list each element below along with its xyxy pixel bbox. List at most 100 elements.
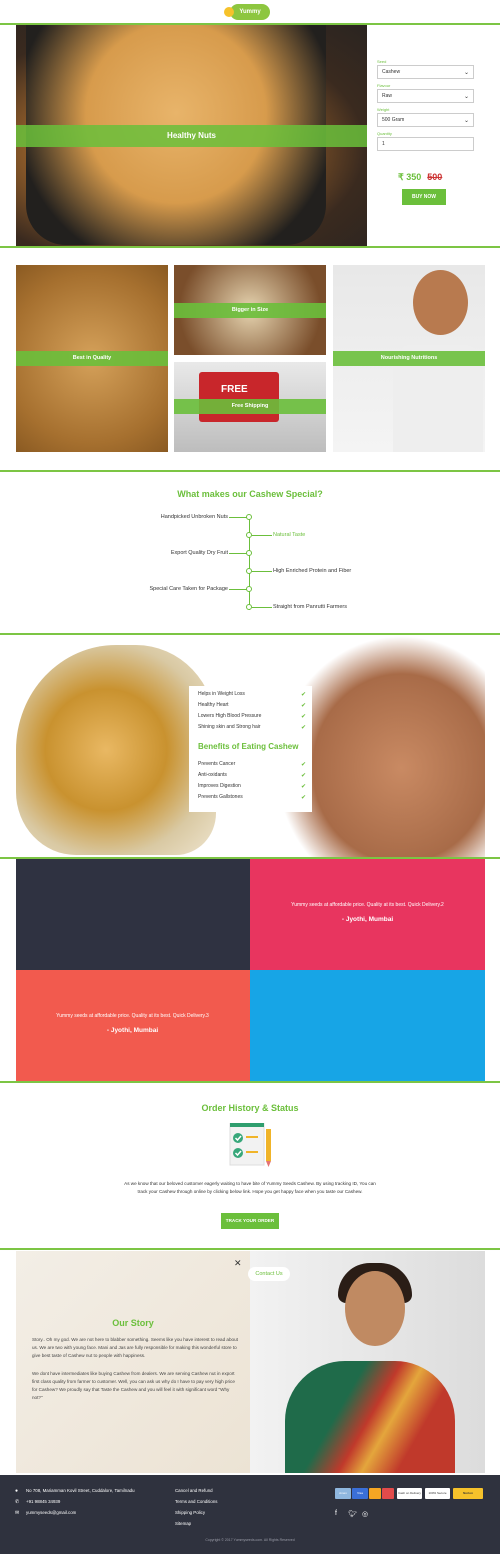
phone-icon: ✆ [15,1499,20,1505]
seed-select[interactable]: Cashew ⌄ [377,65,474,79]
benefit-item: Healthy Heart ✔ [198,702,306,709]
footer-link-shipping[interactable]: Shipping Policy [175,1510,205,1515]
feature-label: Free Shipping [174,399,326,414]
woman-sari [285,1361,455,1473]
facebook-icon[interactable]: f [335,1510,337,1517]
feature-label: Best in Quality [16,351,168,366]
order-description: As we know that our beloved customer eag… [124,1181,376,1194]
testimonial-text: Yummy seeds at affordable price. Quality… [291,902,444,908]
testimonial: Yummy seeds at affordable price. Quality… [35,1013,230,1034]
chevron-down-icon: ⌄ [463,70,469,76]
feature-tile-shipping: FREE Free Shipping [174,362,326,452]
seed-value: Cashew [382,69,401,75]
support-image [250,1251,485,1473]
price: ₹ 350 500 [398,172,442,183]
quantity-value: 1 [382,141,385,147]
special-point: Export Quality Dry Fruit [170,550,228,556]
benefit-item: Prevents Cancer ✔ [198,761,306,768]
visa-badge: Visa [352,1488,368,1499]
testimonial: Yummy seeds at affordable price. Quality… [270,902,465,923]
check-icon: ✔ [300,692,306,698]
woman-face [345,1271,405,1346]
benefit-text: Helps in Weight Loss [198,691,245,697]
footer-email[interactable]: yummyseeds@gmail.com [26,1510,76,1515]
benefit-text: Healthy Heart [198,702,229,708]
benefit-item: Shining skin and Strong hair ✔ [198,724,306,731]
feature-label: Bigger in Size [174,303,326,318]
weight-select[interactable]: 500 Gram ⌄ [377,113,474,127]
secure-badge: 100% Secure [425,1488,450,1499]
mail-icon: ✉ [15,1510,20,1516]
footer-link-sitemap[interactable]: Sitemap [175,1521,191,1526]
special-point: Handpicked Unbroken Nuts [160,514,228,520]
close-icon[interactable]: ✕ [234,1258,242,1269]
feature-tile-size: Bigger in Size [174,265,326,355]
check-icon: ✔ [300,714,306,720]
divider [0,470,500,472]
check-icon: ✔ [300,703,306,709]
story-background [16,1251,250,1473]
footer-link-terms[interactable]: Terms and Conditions [175,1499,217,1504]
benefit-text: Lowers High Blood Pressure [198,713,262,719]
current-price: ₹ 350 [398,172,422,182]
benefit-item: Anti-oxidants ✔ [198,772,306,779]
norton-badge: Norton [453,1488,483,1499]
benefit-text: Shining skin and Strong hair [198,724,261,730]
special-point: Natural Taste [273,532,306,538]
quantity-input[interactable]: 1 [377,137,474,151]
location-icon: ● [15,1488,19,1494]
benefit-item: Prevents Gallstones ✔ [198,794,306,801]
old-price: 500 [427,172,443,182]
flavour-value: Raw [382,93,393,99]
card-badge [382,1488,394,1499]
benefit-text: Improves Digestion [198,783,241,789]
benefit-text: Prevents Gallstones [198,794,243,800]
timeline-dot [246,604,252,610]
footer-phone[interactable]: +91 98845 34939 [26,1499,60,1504]
benefit-text: Anti-oxidants [198,772,227,778]
testimonial-text: Yummy seeds at affordable price. Quality… [56,1013,209,1019]
cod-badge: Cash on Delivery [397,1488,422,1499]
checklist-icon [229,1123,271,1167]
special-title: What makes our Cashew Special? [177,489,323,499]
testimonial-tile-blue [250,970,485,1081]
testimonial-author: - Jyothi, Mumbai [106,1027,159,1034]
payment-badges: Amex Visa Cash on Delivery 100% Secure N… [335,1488,485,1502]
special-point: Special Care Taken for Package [149,586,228,592]
feature-tile-quality: Best in Quality [16,265,168,452]
timeline-dot [246,532,252,538]
story-paragraph: Story.. Oh my god. We are not here to bl… [32,1337,238,1358]
testimonial-author: - Jyothi, Mumbai [341,916,394,923]
benefit-item: Improves Digestion ✔ [198,783,306,790]
truck-text: FREE [221,384,248,395]
footer-link-refund[interactable]: Cancel and Refund [175,1488,213,1493]
track-order-button[interactable]: TRACK YOUR ORDER [221,1213,279,1229]
feature-tile-nutrition: Nourishing Nutritions [333,265,485,452]
card-badge [369,1488,381,1499]
check-icon: ✔ [300,795,306,801]
timeline-dot [246,514,252,520]
woman-face [413,270,468,335]
footer-address: No 708, Mariamman Kovil Street, Cuddalor… [26,1488,135,1493]
seed-icon [224,7,234,17]
twitter-icon[interactable]: 🐦︎ [348,1510,357,1518]
check-icon: ✔ [300,725,306,731]
story-title: Our Story [112,1318,154,1328]
check-icon: ✔ [300,773,306,779]
testimonial-tile-dark [16,859,250,970]
flavour-select[interactable]: Raw ⌄ [377,89,474,103]
timeline-tick [252,535,272,536]
timeline-dot [246,550,252,556]
story-paragraph: We dont have intermediates like buying C… [32,1371,235,1400]
hero-banner: Healthy Nuts [16,125,367,147]
check-icon: ✔ [300,762,306,768]
divider [0,246,500,248]
chevron-down-icon: ⌄ [463,94,469,100]
timeline [249,515,250,610]
amex-badge: Amex [335,1488,351,1499]
buy-now-button[interactable]: BUY NOW [402,189,446,205]
contact-us-button[interactable]: Contact Us [248,1267,290,1281]
weight-value: 500 Gram [382,117,405,123]
brand-logo[interactable]: Yummy SEEDS [224,4,270,31]
instagram-icon[interactable]: ◎ [362,1510,368,1518]
